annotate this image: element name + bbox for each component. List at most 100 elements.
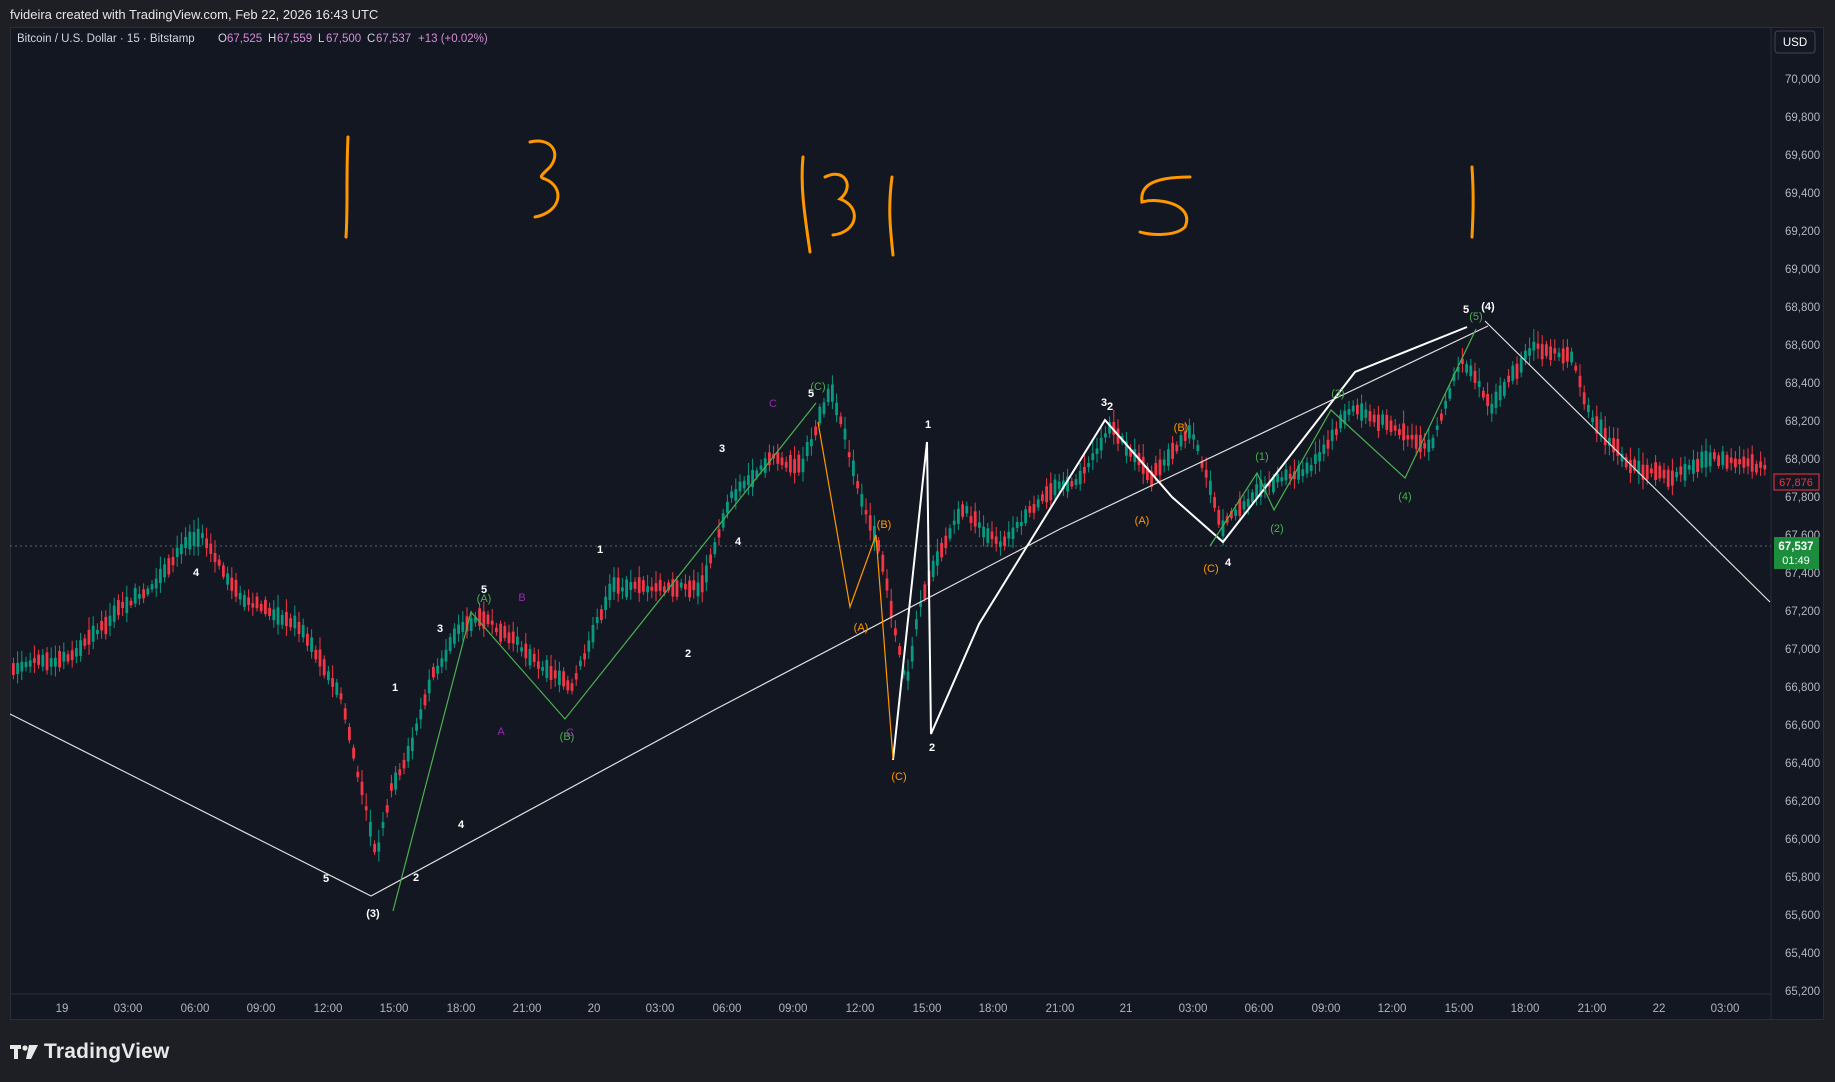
price-label: 65,800 [1785,872,1820,884]
handwritten-131-three[interactable] [823,173,856,237]
candle-body [33,658,36,663]
candle-body [259,603,263,612]
candle-body [629,582,633,590]
candle-body [595,617,599,624]
candle-body [238,592,242,600]
bar-countdown: 01:49 [1782,555,1810,567]
candle-body [1654,462,1657,481]
candle-body [1301,469,1305,477]
candle-body [1158,459,1162,476]
candle-body [1755,464,1758,473]
candle-body [230,577,234,591]
candle-body [625,579,628,598]
candle-body [1666,469,1670,487]
time-axis[interactable]: 19 03:00 06:00 09:00 12:00 15:00 18:00 2… [56,1003,1740,1015]
candle-body [436,665,439,674]
chart-canvas[interactable]: Bitcoin / U.S. Dollar · 15 · Bitstamp O … [10,27,1824,1020]
candle-body [608,583,612,600]
candle-body [965,506,969,514]
candle-body [957,508,960,524]
wave-label: (B) [1174,422,1189,434]
candle-body [1032,504,1036,513]
candle-body [1519,357,1523,373]
wave-label: 2 [685,648,691,660]
wave-label: (4) [1481,301,1495,313]
wave-labels-orange: (A) (B) (C) (A) (B) (C) [854,422,1219,783]
credit-text: fvideira created with TradingView.com, F… [10,7,379,22]
candle-body [558,670,561,686]
handwritten-1-left[interactable] [344,135,350,239]
candle-body [1074,479,1078,485]
price-label: 69,800 [1785,112,1820,124]
candle-body [272,609,276,621]
handwritten-131-one-a[interactable] [800,155,812,254]
candle-body [835,402,838,416]
candle-body [142,589,145,599]
candle-body [54,657,57,667]
candle-body [852,460,855,477]
candle-body [247,597,250,605]
price-axis[interactable]: 70,000 69,800 69,600 69,400 69,200 69,00… [1785,74,1820,998]
candle-body [213,553,217,563]
candle-body [1020,521,1023,527]
tradingview-logo[interactable]: TradingView [10,1040,170,1064]
candle-body [1104,433,1107,438]
wave-label: (A) [1135,515,1150,527]
candle-body [1557,352,1561,358]
handwritten-3[interactable] [528,139,560,219]
handwritten-5[interactable] [1138,175,1192,236]
price-label: 65,400 [1785,948,1820,960]
candle-body [440,658,444,667]
candle-body [789,454,792,473]
candle-body [713,542,717,555]
candle-body [1351,405,1355,412]
candle-body [343,708,347,720]
time-label: 22 [1653,1003,1666,1015]
candle-body [776,452,780,464]
candle-body [1276,473,1279,483]
candle-body [717,529,721,538]
candle-body [1360,403,1363,421]
candle-body [583,653,586,660]
handwritten-131-one-b[interactable] [888,175,895,257]
candle-body [658,579,662,592]
symbol-legend: Bitcoin / U.S. Dollar · 15 · Bitstamp O … [17,33,488,45]
candle-body [1444,400,1447,409]
candle-body [524,643,528,659]
candle-body [1717,455,1720,466]
candle-body [503,625,507,638]
candle-body [1713,452,1716,459]
wave-labels-purple: A B C C [497,398,777,739]
wave-label: (1) [1255,451,1268,463]
candle-body [1393,425,1397,431]
handwritten-annotations[interactable] [344,135,1475,257]
thin-white-trend-line[interactable] [10,325,1489,897]
candle-body [352,747,355,759]
candlestick-series [12,329,1767,862]
candle-body [574,673,578,680]
candle-body [457,624,460,634]
time-label: 09:00 [1312,1003,1341,1015]
candle-body [415,723,418,731]
green-wave-line-right[interactable] [1209,328,1477,547]
legend-close: 67,537 [376,33,411,45]
candle-body [490,620,494,625]
handwritten-1-right[interactable] [1470,165,1475,239]
candle-body [133,587,137,604]
price-label: 69,400 [1785,188,1820,200]
bold-white-wave-line[interactable] [892,326,1468,761]
candle-body [138,593,141,599]
candle-body [402,759,406,769]
candle-body [1372,414,1376,423]
currency-button[interactable]: USD [1774,30,1816,54]
legend-high-label: H [268,33,276,45]
tradingview-logo-text: TradingView [44,1040,170,1063]
candle-body [406,745,410,762]
candle-body [1385,415,1389,430]
candle-body [1448,388,1452,399]
candle-body [1490,403,1494,414]
candle-body [369,821,372,837]
time-label: 12:00 [1378,1003,1407,1015]
wave-label: 3 [719,443,725,455]
orange-wave-line[interactable] [817,421,894,760]
